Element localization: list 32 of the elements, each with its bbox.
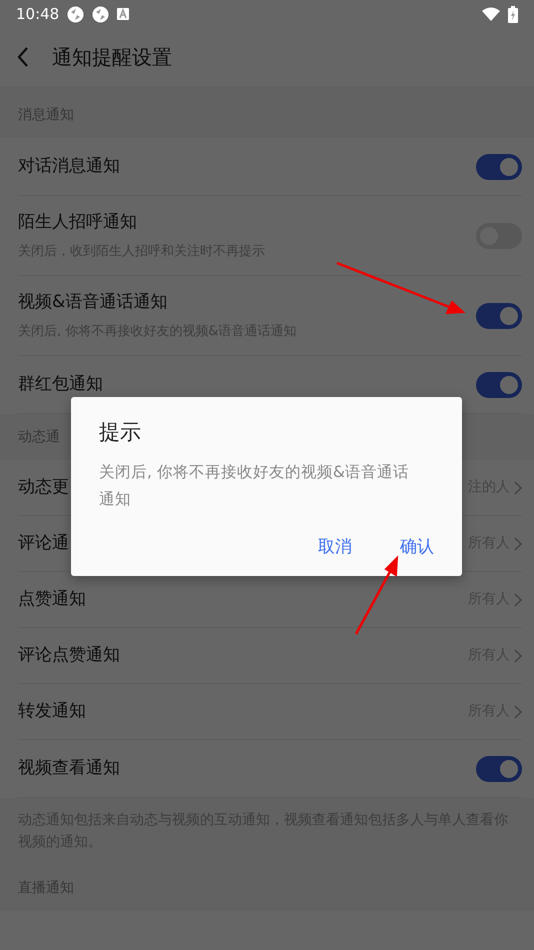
status-time: 10:48	[16, 4, 60, 25]
wifi-icon	[482, 7, 500, 21]
notification-icon	[117, 8, 130, 20]
settings-row[interactable]: 对话消息通知	[0, 138, 534, 196]
dialog-message: 关闭后, 你将不再接收好友的视频&语音通话通知	[99, 462, 410, 510]
setting-title: 点赞通知	[18, 588, 86, 609]
chevron-icon	[514, 592, 522, 606]
setting-title: 评论通	[18, 532, 69, 553]
dialog-button[interactable]: 取消	[318, 528, 352, 566]
setting-title: 对话消息通知	[18, 156, 120, 176]
setting-title: 视频查看通知	[18, 758, 120, 778]
notification-icon	[92, 6, 110, 22]
setting-title: 群红包通知	[18, 374, 103, 394]
setting-title: 陌生人招呼通知	[18, 212, 137, 232]
chevron-icon	[514, 648, 522, 662]
setting-title: 转发通知	[18, 700, 86, 721]
page-title: 通知提醒设置	[52, 44, 172, 71]
setting-title: 评论点赞通知	[18, 644, 120, 665]
chevron-icon	[514, 536, 522, 550]
dialog-button[interactable]: 确认	[400, 528, 434, 566]
toggle-switch[interactable]	[476, 154, 522, 180]
toggle-switch[interactable]	[476, 302, 522, 328]
chevron-icon	[514, 704, 522, 718]
setting-title: 视频&语音通话通知	[18, 292, 168, 312]
toggle-switch[interactable]	[476, 372, 522, 398]
back-icon[interactable]	[16, 46, 30, 68]
setting-title: 动态更	[18, 476, 69, 497]
toggle-switch[interactable]	[476, 756, 522, 782]
chevron-icon	[514, 480, 522, 494]
dialog-title: 提示	[99, 419, 142, 446]
notification-icon	[67, 6, 84, 22]
battery-icon	[508, 6, 518, 22]
